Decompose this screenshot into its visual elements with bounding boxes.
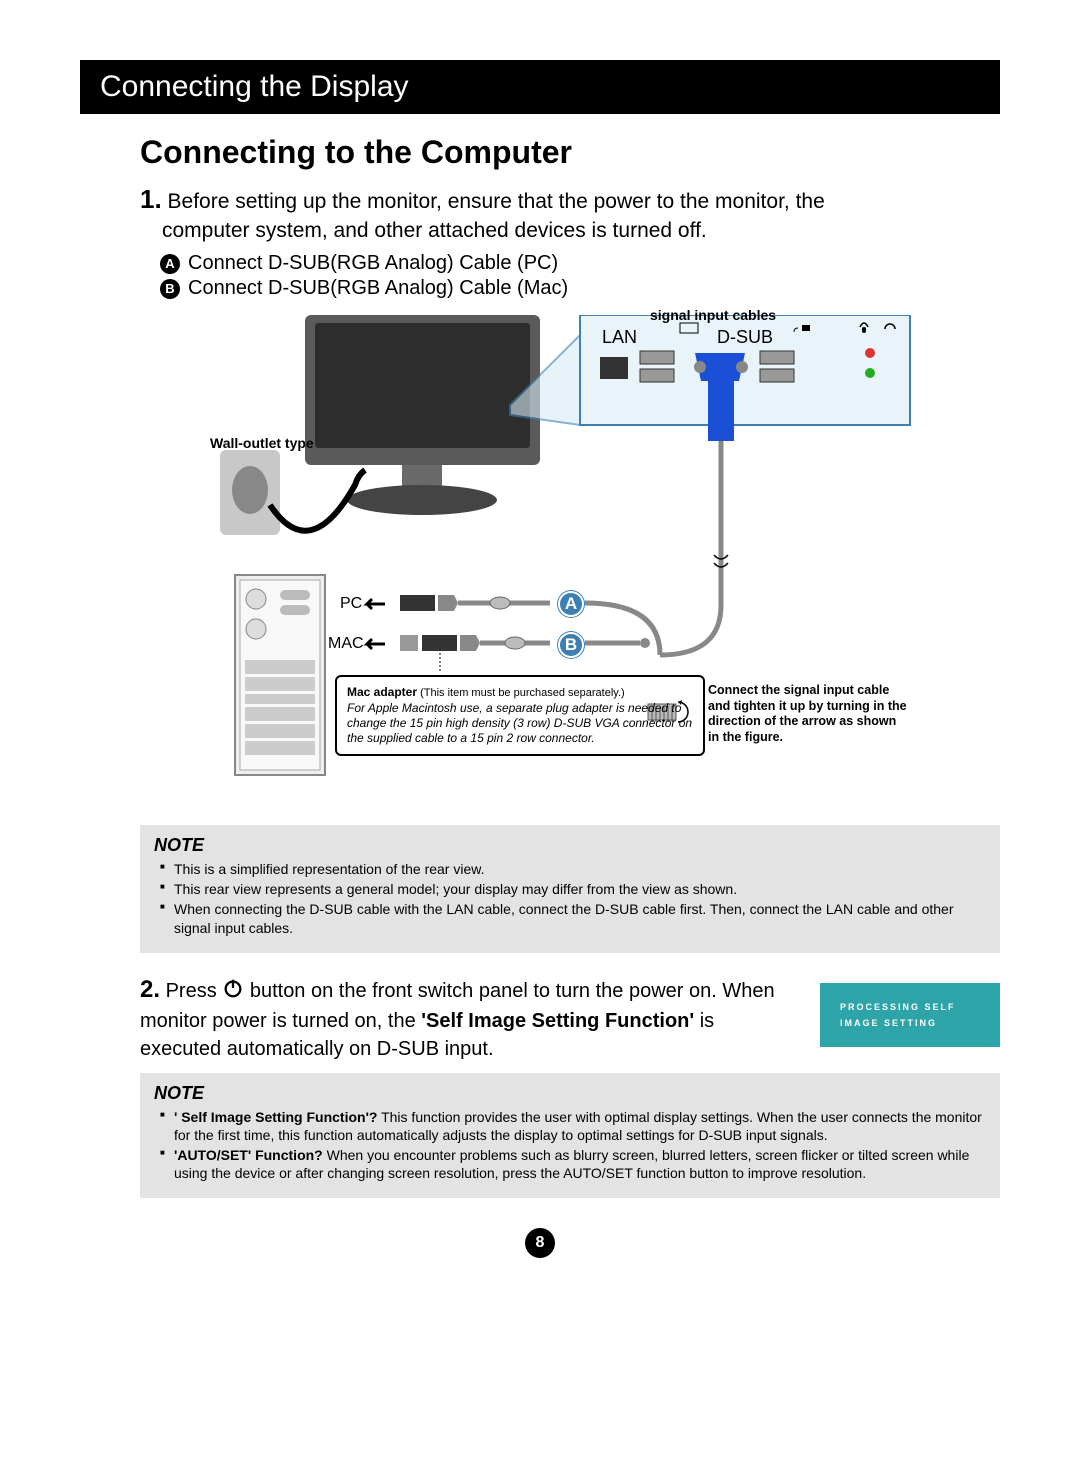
step-2-bold: 'Self Image Setting Function': [421, 1010, 694, 1032]
step-1: 1. Before setting up the monitor, ensure…: [140, 183, 1000, 244]
pc-label: PC: [340, 595, 362, 613]
step-1-line-a: Before setting up the monitor, ensure th…: [168, 190, 825, 213]
step-1-number: 1.: [140, 184, 162, 214]
osd-line-2: IMAGE SETTING: [840, 1015, 980, 1031]
osd-preview: PROCESSING SELF IMAGE SETTING: [820, 983, 1000, 1047]
port-lan-label: LAN: [602, 327, 637, 348]
note-2-title: NOTE: [154, 1083, 986, 1104]
step-2-t1: Press: [166, 980, 217, 1002]
step-2-number: 2.: [140, 976, 160, 1003]
note-1-item: This is a simplified representation of t…: [160, 860, 986, 878]
tighten-note: Connect the signal input cable and tight…: [708, 683, 908, 746]
note-2: NOTE ' Self Image Setting Function'? Thi…: [140, 1073, 1000, 1199]
osd-line-1: PROCESSING SELF: [840, 999, 980, 1015]
power-icon: [222, 977, 244, 1007]
page-header: Connecting the Display: [80, 60, 1000, 114]
note-1-item: This rear view represents a general mode…: [160, 880, 986, 898]
page-number: 8: [80, 1228, 1000, 1258]
mac-adapter-note: Mac adapter (This item must be purchased…: [335, 675, 705, 756]
main-title: Connecting to the Computer: [140, 134, 1000, 171]
sub-b-text: Connect D-SUB(RGB Analog) Cable (Mac): [188, 277, 568, 300]
note-2-item-bold: ' Self Image Setting Function'?: [174, 1109, 377, 1125]
port-dsub-label: D-SUB: [717, 327, 773, 348]
note-2-item-bold: 'AUTO/SET' Function?: [174, 1147, 323, 1163]
cable-b-badge: B: [558, 632, 584, 658]
mac-adapter-paren: (This item must be purchased separately.…: [417, 687, 625, 699]
step-1-sublist: A Connect D-SUB(RGB Analog) Cable (PC) B…: [160, 252, 1000, 300]
badge-b: B: [160, 279, 180, 299]
mac-adapter-title: Mac adapter: [347, 685, 417, 699]
cable-a-badge: A: [558, 591, 584, 617]
step-2: 2. Press button on the front switch pane…: [140, 973, 790, 1063]
note-2-item: ' Self Image Setting Function'? This fun…: [160, 1108, 986, 1144]
badge-a: A: [160, 254, 180, 274]
mac-label: MAC: [328, 635, 364, 653]
note-1: NOTE This is a simplified representation…: [140, 825, 1000, 953]
mac-adapter-body: For Apple Macintosh use, a separate plug…: [347, 701, 692, 745]
sub-a-text: Connect D-SUB(RGB Analog) Cable (PC): [188, 252, 558, 275]
step-1-line-b: computer system, and other attached devi…: [162, 217, 707, 244]
wall-outlet-label: Wall-outlet type: [210, 435, 314, 451]
note-1-title: NOTE: [154, 835, 986, 856]
note-1-item: When connecting the D-SUB cable with the…: [160, 900, 986, 936]
note-2-item: 'AUTO/SET' Function? When you encounter …: [160, 1146, 986, 1182]
signal-cables-label: signal input cables: [650, 307, 776, 323]
page-number-badge: 8: [525, 1228, 555, 1258]
connection-diagram: Wall-outlet type signal input cables LAN…: [140, 315, 1000, 815]
